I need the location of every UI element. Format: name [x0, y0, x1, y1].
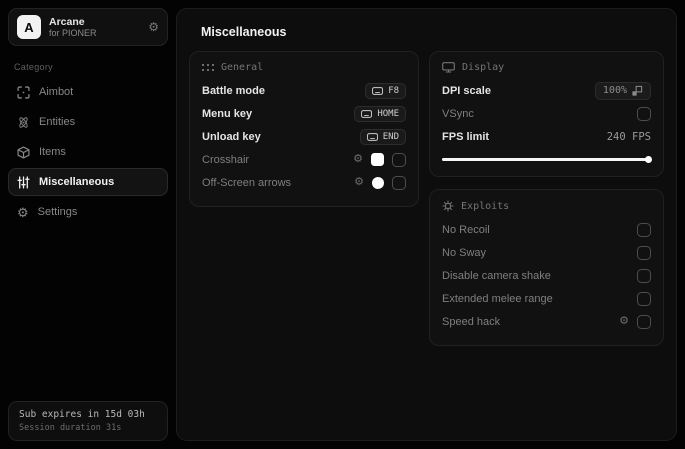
setting-row-no-sway: No Sway	[442, 241, 651, 264]
brand-card: A Arcane for PIONER ⚙	[8, 8, 168, 46]
crosshair-checkbox[interactable]	[392, 152, 407, 167]
setting-row-battle-mode: Battle mode F8	[202, 79, 407, 102]
setting-label: Battle mode	[202, 84, 265, 97]
setting-row-crosshair: Crosshair ⚙	[202, 148, 407, 171]
setting-row-extended-melee-range: Extended melee range	[442, 287, 651, 310]
setting-row-speed-hack: Speed hack ⚙	[442, 310, 651, 333]
sliders-icon	[17, 175, 30, 189]
setting-label: Speed hack	[442, 315, 501, 328]
brand-settings-icon[interactable]: ⚙	[148, 21, 159, 33]
setting-row-no-recoil: No Recoil	[442, 218, 651, 241]
keybind-badge[interactable]: END	[359, 128, 407, 145]
no-recoil-checkbox[interactable]	[637, 222, 651, 237]
exploits-card-header: Exploits	[442, 200, 651, 212]
fps-limit-slider[interactable]	[442, 154, 652, 164]
speed-hack-checkbox[interactable]	[637, 314, 651, 329]
color-swatch[interactable]	[371, 153, 385, 166]
sidebar: A Arcane for PIONER ⚙ Category Aimbot En…	[0, 0, 176, 449]
setting-label: Crosshair	[202, 153, 250, 166]
dpi-scale-selector[interactable]: 100%	[594, 81, 651, 100]
atom-icon	[19, 116, 28, 128]
dpi-scale-value: 100%	[602, 85, 627, 96]
sidebar-item-label: Entities	[39, 116, 76, 128]
keyboard-icon	[366, 132, 378, 141]
virus-icon	[442, 200, 454, 212]
no-sway-checkbox[interactable]	[637, 245, 651, 260]
offscreen-arrows-checkbox[interactable]	[392, 175, 407, 190]
scan-crosshair-icon	[17, 85, 30, 99]
setting-row-fps-limit: FPS limit 240 FPS	[442, 125, 651, 148]
setting-row-dpi-scale: DPI scale 100%	[442, 79, 651, 102]
setting-label: No Sway	[442, 246, 487, 259]
general-card-title: General	[221, 62, 264, 73]
session-duration-text: Session duration 31s	[19, 423, 122, 433]
keyboard-icon	[372, 86, 384, 95]
setting-row-disable-camera-shake: Disable camera shake	[442, 264, 651, 287]
general-card: General Battle mode F8 Menu key HOME Unl…	[189, 51, 420, 207]
keybind-value: END	[382, 131, 400, 142]
display-card-title: Display	[462, 62, 505, 73]
category-label: Category	[14, 62, 53, 72]
sidebar-item-label: Settings	[37, 206, 78, 218]
brand-text: Arcane for PIONER	[49, 16, 140, 38]
exploits-card: Exploits No Recoil No Sway Disable camer…	[429, 189, 664, 346]
setting-label: Extended melee range	[442, 292, 553, 305]
keybind-badge[interactable]: F8	[365, 82, 407, 99]
color-swatch[interactable]	[372, 176, 385, 189]
exploits-card-title: Exploits	[461, 200, 510, 212]
sidebar-item-label: Aimbot	[39, 86, 74, 98]
keyboard-icon	[361, 109, 373, 118]
slider-fill	[442, 155, 652, 163]
grid-dots-icon	[202, 64, 214, 71]
display-card-header: Display	[442, 62, 651, 73]
app-subtitle: for PIONER	[49, 27, 97, 38]
slider-track	[442, 155, 652, 163]
app-logo: A	[17, 15, 41, 39]
disable-camera-shake-checkbox[interactable]	[637, 268, 651, 283]
row-settings-gear-icon[interactable]: ⚙	[619, 316, 629, 327]
sub-expires-text: Sub expires in 15d 03h	[19, 409, 145, 420]
setting-label: Disable camera shake	[442, 269, 551, 282]
box-icon	[17, 145, 30, 159]
display-card: Display DPI scale 100% VSync FPS limit 2…	[429, 51, 664, 177]
setting-label: VSync	[442, 107, 474, 120]
row-settings-gear-icon[interactable]: ⚙	[354, 177, 364, 188]
keybind-badge[interactable]: HOME	[354, 105, 407, 122]
setting-row-vsync: VSync	[442, 102, 651, 125]
setting-label: Menu key	[202, 107, 253, 120]
sidebar-item-miscellaneous[interactable]: Miscellaneous	[8, 168, 168, 196]
keybind-value: HOME	[377, 108, 400, 119]
slider-knob[interactable]	[645, 155, 652, 163]
setting-label: Unload key	[202, 130, 261, 143]
subscription-card: Sub expires in 15d 03h Session duration …	[8, 401, 168, 441]
app-name: Arcane	[49, 15, 85, 28]
setting-label: DPI scale	[442, 84, 491, 97]
vsync-checkbox[interactable]	[637, 106, 651, 121]
sidebar-nav: Aimbot Entities Items Miscellaneous ⚙ Se…	[8, 78, 168, 226]
setting-row-menu-key: Menu key HOME	[202, 102, 407, 125]
setting-label: FPS limit	[442, 130, 490, 143]
setting-row-unload-key: Unload key END	[202, 125, 407, 148]
general-card-header: General	[202, 62, 406, 73]
keybind-value: F8	[388, 85, 400, 96]
sidebar-item-items[interactable]: Items	[8, 138, 168, 166]
setting-label: Off-Screen arrows	[202, 176, 292, 189]
app-window: A Arcane for PIONER ⚙ Category Aimbot En…	[0, 0, 685, 449]
sidebar-item-entities[interactable]: Entities	[8, 108, 168, 136]
page-title: Miscellaneous	[201, 25, 287, 39]
fps-limit-value: 240 FPS	[606, 130, 651, 143]
scale-icon	[632, 85, 643, 96]
setting-row-offscreen-arrows: Off-Screen arrows ⚙	[202, 171, 407, 194]
row-settings-gear-icon[interactable]: ⚙	[353, 154, 363, 165]
gear-icon: ⚙	[17, 204, 29, 220]
sidebar-item-aimbot[interactable]: Aimbot	[8, 78, 168, 106]
main-panel: Miscellaneous General Battle mode F8 Men…	[176, 8, 677, 441]
monitor-icon	[442, 62, 455, 73]
extended-melee-range-checkbox[interactable]	[637, 291, 651, 306]
sidebar-item-label: Items	[39, 146, 66, 158]
sidebar-item-settings[interactable]: ⚙ Settings	[8, 198, 168, 226]
setting-label: No Recoil	[442, 223, 490, 236]
sidebar-item-label: Miscellaneous	[39, 176, 115, 188]
